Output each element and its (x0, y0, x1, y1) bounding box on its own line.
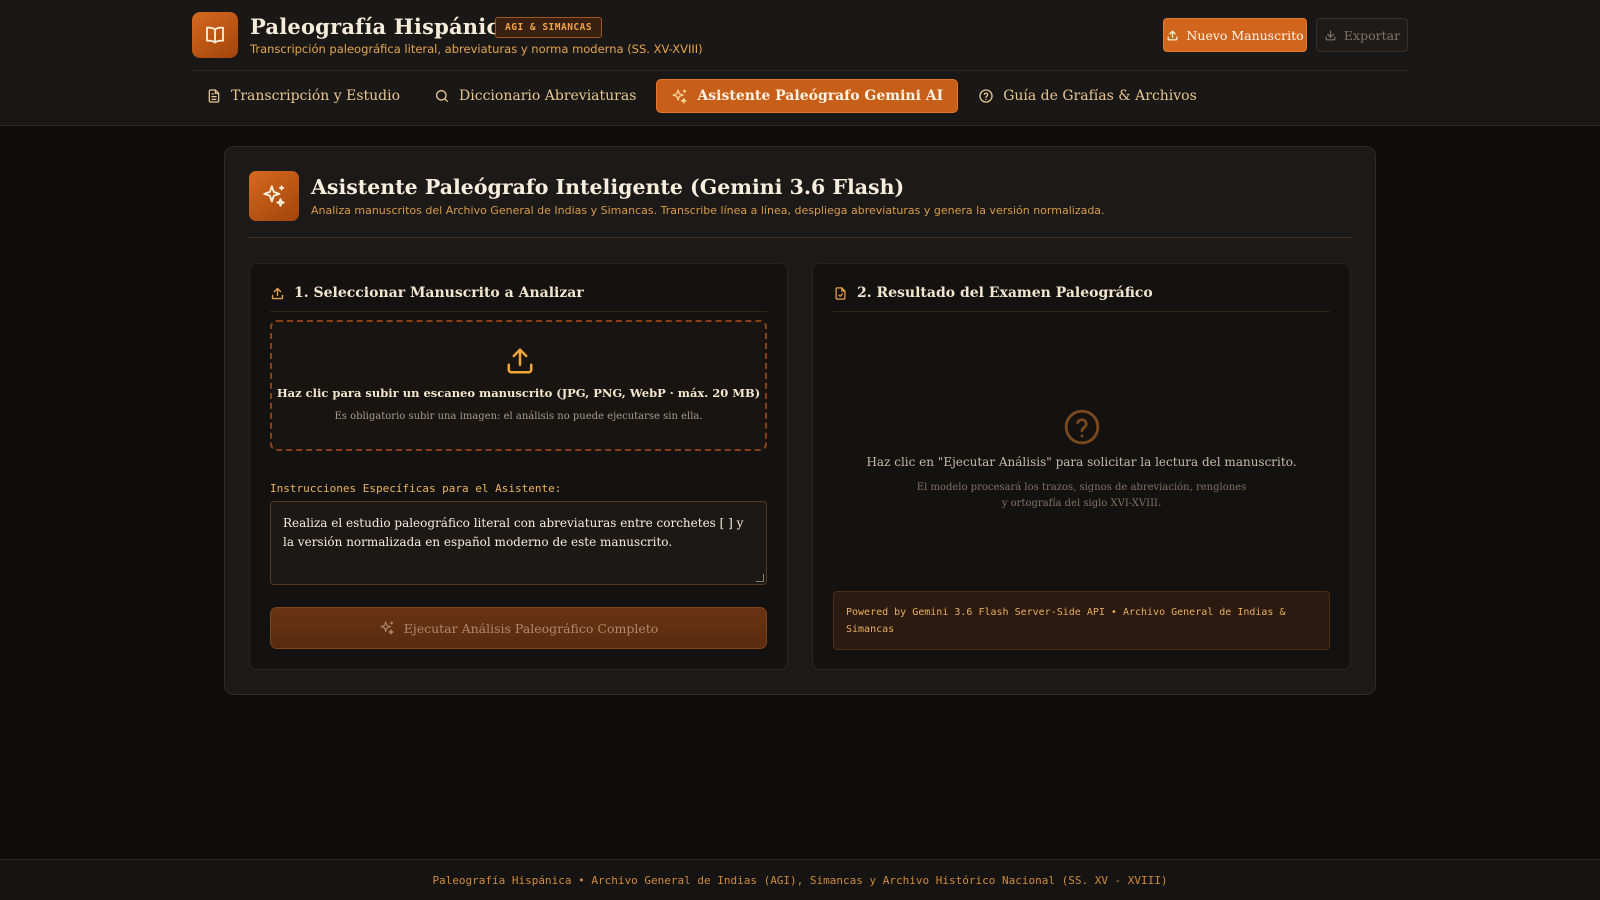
export-button[interactable]: Exportar (1316, 18, 1408, 52)
resize-handle[interactable] (756, 574, 764, 582)
upload-icon (270, 286, 285, 301)
main-tabs: Transcripción y Estudio Diccionario Abre… (192, 79, 1217, 113)
sparkles-icon (249, 171, 299, 221)
result-panel-heading: 2. Resultado del Examen Paleográfico (833, 285, 1153, 301)
upload-panel: 1. Seleccionar Manuscrito a Analizar Haz… (249, 263, 788, 670)
instructions-text: Realiza el estudio paleográfico literal … (283, 516, 744, 549)
result-panel-title: 2. Resultado del Examen Paleográfico (857, 285, 1153, 301)
header-divider (192, 70, 1408, 71)
tab-transcription-label: Transcripción y Estudio (231, 88, 401, 104)
tab-ai-assistant-label: Asistente Paleógrafo Gemini AI (697, 88, 944, 104)
sparkles-icon (671, 88, 688, 105)
page-footer: Paleografía Hispánica • Archivo General … (0, 859, 1600, 900)
tab-transcription[interactable]: Transcripción y Estudio (192, 79, 414, 113)
tab-abbreviations[interactable]: Diccionario Abreviaturas (420, 79, 650, 113)
search-icon (434, 88, 450, 104)
upload-icon (1166, 29, 1179, 42)
upload-panel-heading: 1. Seleccionar Manuscrito a Analizar (270, 285, 584, 301)
document-icon (206, 88, 222, 104)
instructions-textarea[interactable]: Realiza el estudio paleográfico literal … (270, 501, 767, 585)
assistant-title: Asistente Paleógrafo Inteligente (Gemini… (311, 175, 905, 199)
help-circle-icon (978, 88, 994, 104)
powered-by-text: Powered by Gemini 3.6 Flash Server-Side … (846, 607, 1286, 635)
result-panel: 2. Resultado del Examen Paleográfico Haz… (812, 263, 1351, 670)
run-analysis-button[interactable]: Ejecutar Análisis Paleográfico Completo (270, 607, 767, 649)
app-title: Paleografía Hispánica (250, 14, 514, 39)
footer-text: Paleografía Hispánica • Archivo General … (432, 873, 1168, 887)
app-subtitle: Transcripción paleográfica literal, abre… (250, 42, 703, 56)
powered-by-notice: Powered by Gemini 3.6 Flash Server-Side … (833, 591, 1330, 650)
tab-ai-assistant[interactable]: Asistente Paleógrafo Gemini AI (656, 79, 959, 113)
file-check-icon (833, 286, 848, 301)
instructions-label: Instrucciones Específicas para el Asiste… (270, 482, 562, 495)
assistant-subtitle: Analiza manuscritos del Archivo General … (311, 204, 1105, 217)
tab-guide-label: Guía de Grafías & Archivos (1003, 88, 1197, 104)
card-divider (248, 237, 1352, 238)
tab-abbreviations-label: Diccionario Abreviaturas (459, 88, 637, 104)
export-label: Exportar (1343, 27, 1401, 43)
new-manuscript-label: Nuevo Manuscrito (1186, 27, 1304, 43)
help-circle-icon (1063, 408, 1101, 446)
dropzone-note: Es obligatorio subir una imagen: el anál… (334, 411, 703, 422)
top-header: Paleografía Hispánica AGI & SIMANCAS Tra… (0, 0, 1600, 126)
empty-state-message: Haz clic en "Ejecutar Análisis" para sol… (866, 455, 1297, 469)
download-icon (1324, 29, 1337, 42)
archive-badge: AGI & SIMANCAS (495, 17, 603, 38)
dropzone-instruction: Haz clic para subir un escaneo manuscrit… (276, 386, 761, 400)
panel-divider (833, 311, 1330, 312)
book-open-icon (192, 12, 238, 58)
sparkles-icon (379, 620, 395, 636)
new-manuscript-button[interactable]: Nuevo Manuscrito (1163, 18, 1307, 52)
manuscript-dropzone[interactable]: Haz clic para subir un escaneo manuscrit… (270, 320, 767, 451)
panel-divider (270, 311, 767, 312)
tab-guide[interactable]: Guía de Grafías & Archivos (964, 79, 1211, 113)
upload-panel-title: 1. Seleccionar Manuscrito a Analizar (294, 285, 584, 301)
run-analysis-label: Ejecutar Análisis Paleográfico Completo (403, 620, 659, 636)
upload-icon (505, 346, 535, 376)
empty-state-note: El modelo procesará los trazos, signos d… (916, 482, 1247, 509)
